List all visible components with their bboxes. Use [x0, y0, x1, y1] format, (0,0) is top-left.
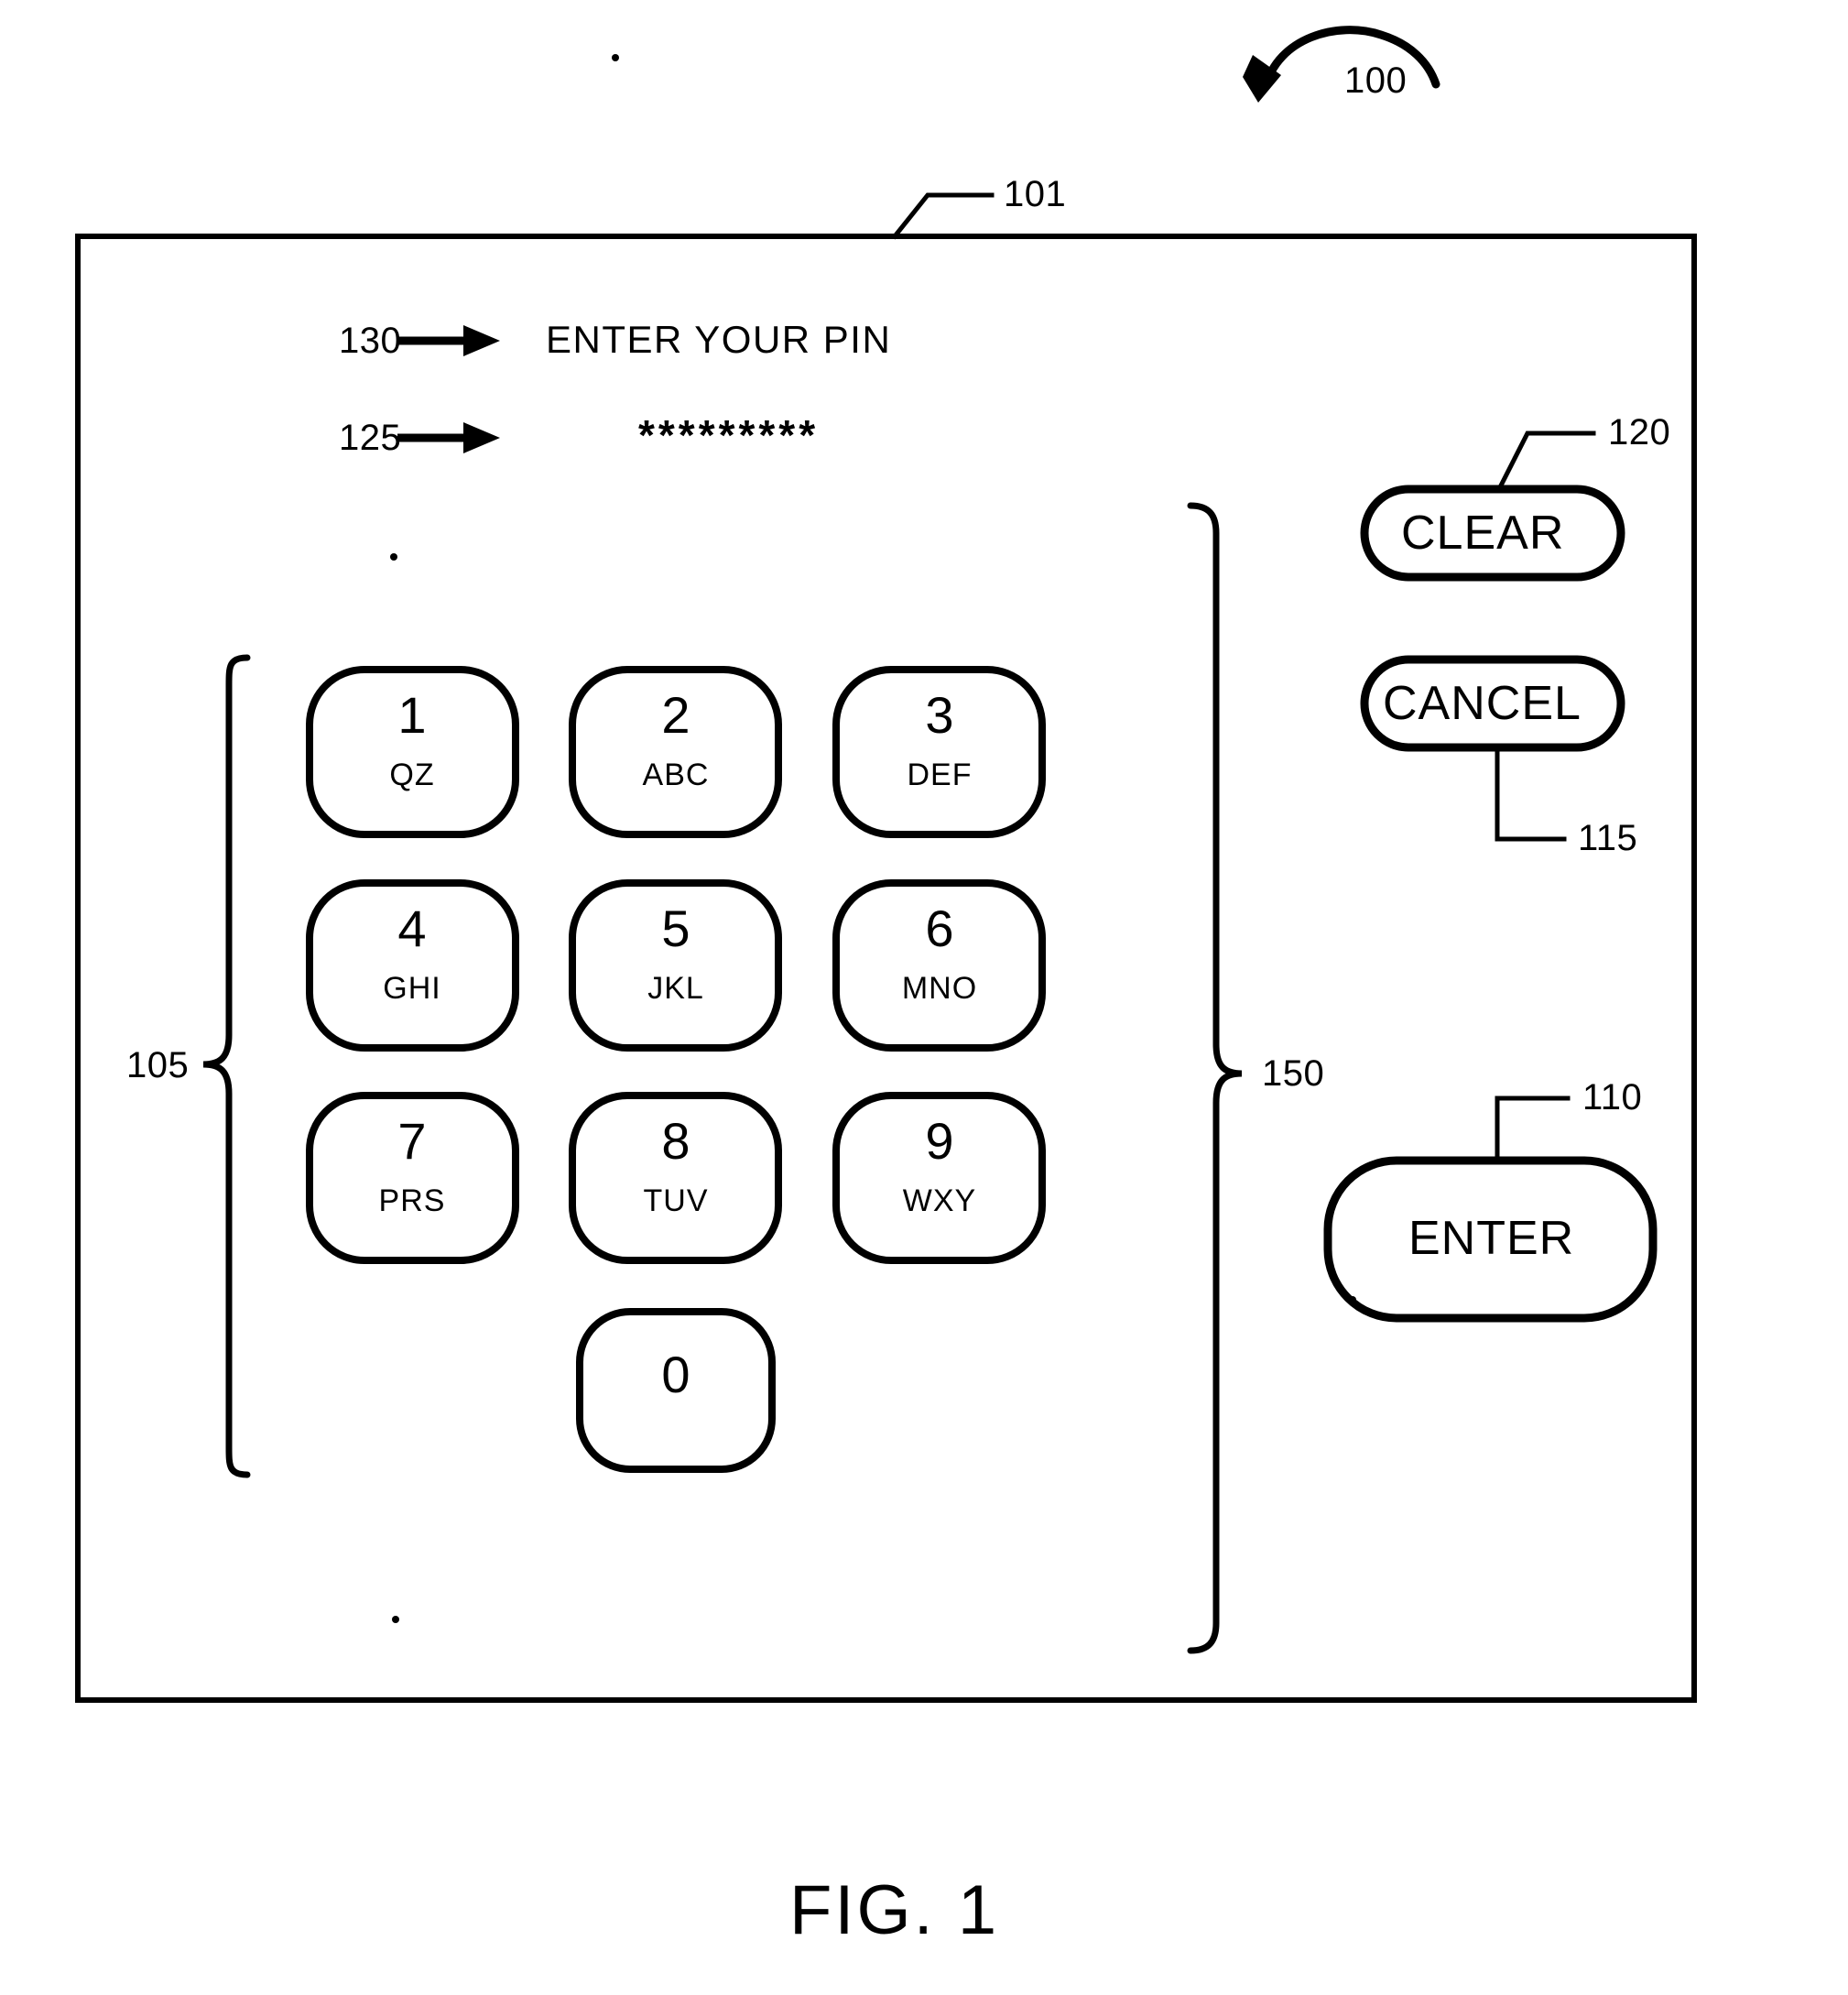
reference-numeral-150: 150 [1262, 1053, 1325, 1094]
reference-numeral-101: 101 [1004, 174, 1067, 214]
key-1[interactable]: 1 QZ [321, 685, 504, 793]
leader-arrow-125-head [463, 422, 500, 453]
key-4[interactable]: 4 GHI [321, 899, 504, 1007]
enter-button-label[interactable]: ENTER [1408, 1215, 1574, 1262]
cancel-button-label[interactable]: CANCEL [1383, 680, 1582, 727]
key-9-letters: WXY [902, 1183, 977, 1218]
key-8-digit: 8 [661, 1112, 690, 1170]
key-3-digit: 3 [925, 686, 954, 744]
reference-numeral-130: 130 [339, 321, 402, 361]
key-6-letters: MNO [901, 971, 978, 1006]
leader-line-115 [1495, 745, 1567, 842]
reference-numeral-110: 110 [1582, 1077, 1643, 1117]
key-2[interactable]: 2 ABC [584, 685, 767, 793]
key-0-digit: 0 [661, 1346, 690, 1403]
key-8-letters: TUV [643, 1183, 709, 1218]
key-1-digit: 1 [397, 686, 427, 744]
key-2-digit: 2 [661, 686, 690, 744]
brace-functions-150 [1187, 502, 1243, 1654]
key-9-digit: 9 [925, 1112, 954, 1170]
key-5-letters: JKL [647, 971, 704, 1006]
scan-speck [612, 54, 619, 61]
leader-line-101 [891, 192, 995, 240]
key-5-digit: 5 [661, 899, 690, 957]
key-7-digit: 7 [397, 1112, 427, 1170]
pin-prompt-label: ENTER YOUR PIN [546, 318, 892, 361]
key-3-letters: DEF [907, 758, 973, 792]
scan-speck [392, 1616, 399, 1623]
reference-numeral-100: 100 [1344, 60, 1408, 101]
reference-numeral-120: 120 [1608, 412, 1671, 452]
reference-numeral-125: 125 [339, 418, 402, 458]
leader-line-120 [1495, 431, 1596, 493]
key-4-letters: GHI [383, 971, 441, 1006]
key-0[interactable]: 0 [584, 1345, 767, 1404]
figure-caption: FIG. 1 [789, 1871, 1000, 1949]
key-8[interactable]: 8 TUV [584, 1111, 767, 1219]
key-1-letters: QZ [389, 758, 435, 792]
key-6-digit: 6 [925, 899, 954, 957]
scan-speck [1349, 1296, 1356, 1303]
key-6[interactable]: 6 MNO [848, 899, 1031, 1007]
reference-numeral-115: 115 [1578, 818, 1638, 858]
brace-keypad-105 [202, 654, 251, 1478]
leader-arrow-130-head [463, 325, 500, 356]
key-9[interactable]: 9 WXY [848, 1111, 1031, 1219]
clear-button-label[interactable]: CLEAR [1401, 509, 1564, 557]
pin-mask-display: ********* [638, 411, 820, 459]
patent-figure: 100 101 130 ENTER YOUR PIN 125 *********… [0, 0, 1848, 1995]
key-7[interactable]: 7 PRS [321, 1111, 504, 1219]
key-7-letters: PRS [378, 1183, 446, 1218]
key-3[interactable]: 3 DEF [848, 685, 1031, 793]
key-5[interactable]: 5 JKL [584, 899, 767, 1007]
key-4-digit: 4 [397, 899, 427, 957]
reference-numeral-105: 105 [126, 1045, 190, 1085]
leader-line-110 [1495, 1096, 1571, 1163]
scan-speck [390, 553, 397, 561]
key-2-letters: ABC [642, 758, 710, 792]
